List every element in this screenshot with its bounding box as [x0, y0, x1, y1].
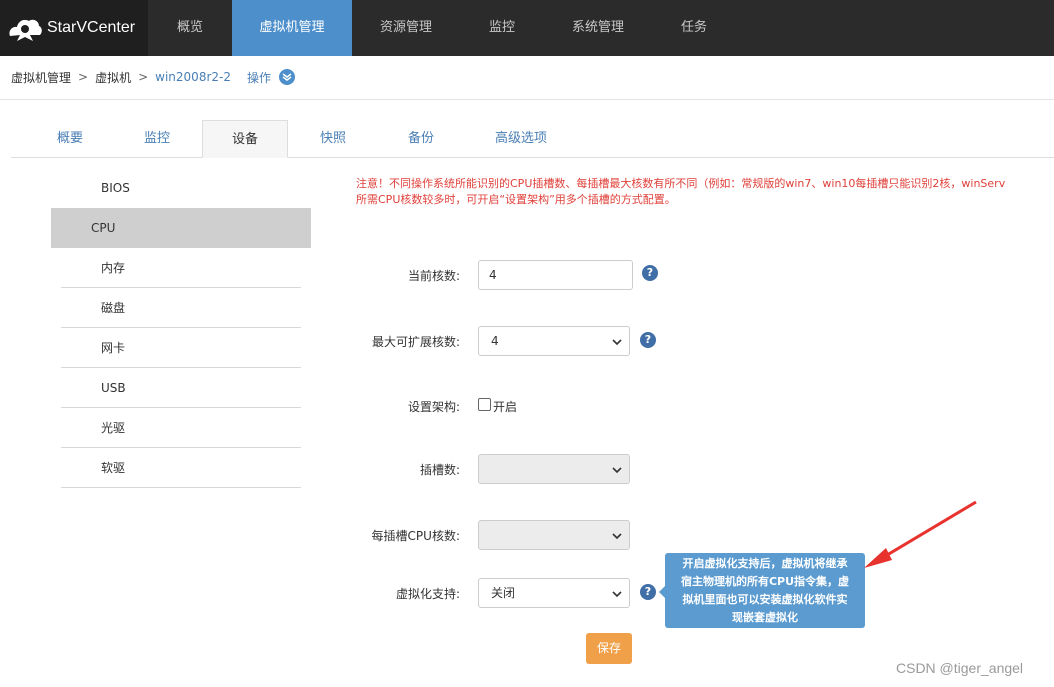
nav-system-management[interactable]: 系统管理: [544, 0, 652, 56]
side-item-usb[interactable]: USB: [61, 368, 301, 408]
side-item-cpu[interactable]: CPU: [51, 208, 311, 248]
help-icon[interactable]: ?: [642, 265, 658, 281]
tooltip-line: 开启虚拟化支持后，虚拟机将继承: [682, 557, 848, 570]
breadcrumb-separator: >: [138, 70, 149, 84]
nav-resource-management[interactable]: 资源管理: [352, 0, 460, 56]
breadcrumb-vms[interactable]: 虚拟机: [95, 69, 131, 86]
tooltip-line: 现嵌套虚拟化: [732, 611, 798, 624]
max-cores-value: 4: [491, 334, 499, 348]
arch-checkbox[interactable]: [478, 398, 491, 411]
breadcrumb-vm-name[interactable]: win2008r2-2: [155, 70, 231, 84]
operations-menu[interactable]: 操作: [247, 69, 271, 86]
watermark: CSDN @tiger_angel: [896, 660, 1024, 676]
save-button[interactable]: 保存: [586, 633, 632, 664]
chevron-down-icon: [612, 591, 622, 598]
chevron-down-icon: [612, 467, 622, 474]
divider: [0, 99, 1054, 100]
arch-label: 设置架构:: [407, 400, 460, 414]
tab-snapshots[interactable]: 快照: [291, 120, 375, 158]
breadcrumb-root[interactable]: 虚拟机管理: [11, 69, 71, 86]
chevron-down-icon[interactable]: [279, 69, 295, 85]
cores-per-socket-label: 每插槽CPU核数:: [371, 529, 460, 543]
max-cores-select[interactable]: 4: [478, 326, 630, 356]
notice-line: 注意！不同操作系统所能识别的CPU插槽数、每插槽最大核数有所不同（例如：常规版的…: [356, 177, 1006, 190]
current-cores-input[interactable]: 4: [478, 260, 633, 290]
tooltip-line: 拟机里面也可以安装虚拟化软件实: [682, 593, 848, 606]
virtualization-tooltip: 开启虚拟化支持后，虚拟机将继承 宿主物理机的所有CPU指令集，虚 拟机里面也可以…: [665, 553, 865, 628]
side-item-bios[interactable]: BIOS: [61, 168, 301, 208]
virtualization-label: 虚拟化支持:: [395, 587, 460, 601]
chevron-down-icon: [612, 533, 622, 540]
tab-advanced[interactable]: 高级选项: [467, 120, 575, 158]
device-side-menu: BIOS CPU 内存 磁盘 网卡 USB 光驱 软驱: [51, 168, 311, 488]
tooltip-line: 宿主物理机的所有CPU指令集，虚: [680, 575, 850, 588]
max-cores-label: 最大可扩展核数:: [371, 335, 460, 349]
tab-monitor[interactable]: 监控: [115, 120, 199, 158]
nav-overview[interactable]: 概览: [148, 0, 232, 56]
nav-vm-management[interactable]: 虚拟机管理: [232, 0, 352, 56]
breadcrumb-separator: >: [78, 70, 89, 84]
arch-checkbox-label[interactable]: 开启: [493, 398, 517, 415]
tab-backup[interactable]: 备份: [379, 120, 463, 158]
annotation-arrow-icon: [864, 500, 977, 568]
tab-summary[interactable]: 概要: [28, 120, 112, 158]
help-icon[interactable]: ?: [640, 584, 656, 600]
side-item-memory[interactable]: 内存: [61, 248, 301, 288]
nav-monitor[interactable]: 监控: [460, 0, 544, 56]
chevron-down-icon: [612, 339, 622, 346]
virtualization-select[interactable]: 关闭: [478, 578, 630, 608]
side-item-nic[interactable]: 网卡: [61, 328, 301, 368]
sockets-select[interactable]: [478, 454, 630, 484]
top-navbar: StarVCenter 概览 虚拟机管理 资源管理 监控 系统管理 任务: [0, 0, 1054, 56]
side-item-cdrom[interactable]: 光驱: [61, 408, 301, 448]
nav-tasks[interactable]: 任务: [652, 0, 736, 56]
help-icon[interactable]: ?: [640, 332, 656, 348]
compatibility-notice: 注意！不同操作系统所能识别的CPU插槽数、每插槽最大核数有所不同（例如：常规版的…: [356, 176, 1054, 208]
notice-line: 所需CPU核数较多时，可开启“设置架构”用多个插槽的方式配置。: [356, 193, 676, 206]
cloud-logo-icon: [6, 10, 42, 46]
virtualization-value: 关闭: [491, 586, 516, 600]
breadcrumb: 虚拟机管理 > 虚拟机 > win2008r2-2 操作: [11, 68, 295, 86]
brand-name: StarVCenter: [47, 19, 136, 36]
side-item-floppy[interactable]: 软驱: [61, 448, 301, 488]
brand-logo[interactable]: StarVCenter: [0, 0, 148, 56]
sockets-label: 插槽数:: [419, 463, 460, 477]
cores-per-socket-select[interactable]: [478, 520, 630, 550]
current-cores-label: 当前核数:: [407, 269, 460, 283]
side-item-disk[interactable]: 磁盘: [61, 288, 301, 328]
tab-devices[interactable]: 设备: [202, 120, 288, 158]
